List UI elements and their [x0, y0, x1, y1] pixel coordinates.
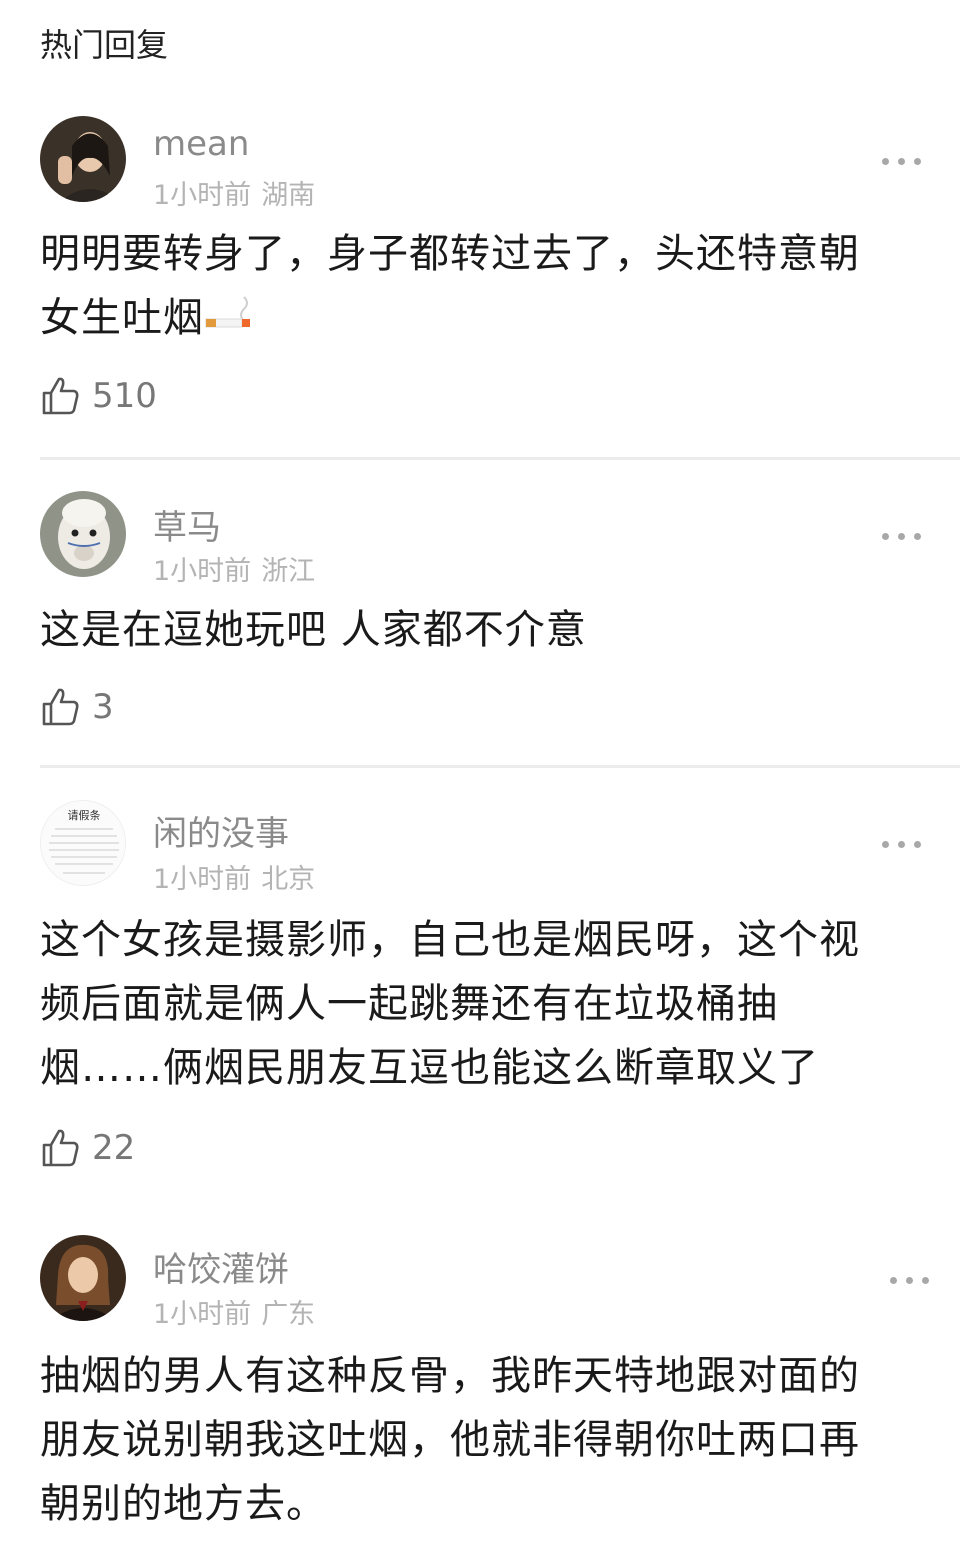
divider: [40, 765, 960, 768]
comment-text: 明明要转身了，身子都转过去了，头还特意朝 女生吐烟: [40, 222, 920, 352]
comment-line: 抽烟的男人有这种反骨，我昨天特地跟对面的: [40, 1353, 860, 1399]
avatar-photo: [40, 491, 126, 577]
comment-line: 朝别的地方去。: [40, 1481, 327, 1527]
like-button[interactable]: 22: [40, 1125, 135, 1171]
comment-line-with-emoji: 女生吐烟: [40, 286, 920, 352]
avatar[interactable]: [40, 1235, 126, 1321]
section-title: 热门回复: [40, 26, 169, 64]
timestamp: 1小时前: [153, 180, 252, 211]
comment-text: 这个女孩是摄影师，自己也是烟民呀，这个视 频后面就是俩人一起跳舞还有在垃圾桶抽 …: [40, 908, 920, 1100]
comment-line: 明明要转身了，身子都转过去了，头还特意朝: [40, 231, 860, 277]
more-dots-icon[interactable]: [882, 530, 922, 542]
timestamp: 1小时前: [153, 1299, 252, 1330]
comment-meta: 1小时前 广东: [153, 1292, 315, 1331]
cigarette-emoji-icon: [204, 288, 256, 352]
avatar[interactable]: 请假条: [40, 800, 126, 886]
comment-meta: 1小时前 浙江: [153, 549, 315, 588]
comment-meta: 1小时前 北京: [153, 857, 315, 896]
thumbs-up-icon: [42, 688, 79, 726]
thumbs-up-icon: [42, 377, 79, 415]
timestamp: 1小时前: [153, 864, 252, 895]
comment-line: 烟……俩烟民朋友互逗也能这么断章取义了: [40, 1045, 819, 1091]
username[interactable]: 闲的没事: [153, 806, 289, 855]
more-dots-icon[interactable]: [890, 1274, 930, 1286]
thumbs-up-icon: [42, 1129, 79, 1167]
like-count: 3: [92, 687, 114, 727]
comment-line: 这是在逗她玩吧 人家都不介意: [40, 607, 587, 653]
avatar[interactable]: [40, 491, 126, 577]
comment-meta: 1小时前 湖南: [153, 173, 315, 212]
avatar-caption: 请假条: [67, 809, 101, 822]
comment-line: 这个女孩是摄影师，自己也是烟民呀，这个视: [40, 917, 860, 963]
like-count: 22: [92, 1128, 136, 1168]
avatar-photo: [40, 116, 126, 202]
avatar[interactable]: [40, 116, 126, 202]
comment-line: 频后面就是俩人一起跳舞还有在垃圾桶抽: [40, 981, 778, 1027]
timestamp: 1小时前: [153, 556, 252, 587]
location: 北京: [261, 864, 316, 895]
more-dots-icon[interactable]: [882, 838, 922, 850]
comment-line-text: 女生吐烟: [40, 295, 204, 341]
like-count: 510: [92, 376, 157, 416]
username[interactable]: mean: [153, 124, 249, 164]
divider: [40, 457, 960, 460]
comment-text: 这是在逗她玩吧 人家都不介意: [40, 598, 920, 662]
location: 浙江: [261, 556, 316, 587]
comment-text: 抽烟的男人有这种反骨，我昨天特地跟对面的 朋友说别朝我这吐烟，他就非得朝你吐两口…: [40, 1344, 920, 1536]
avatar-photo: [40, 1235, 126, 1321]
comment-line: 朋友说别朝我这吐烟，他就非得朝你吐两口再: [40, 1417, 860, 1463]
like-button[interactable]: 510: [40, 373, 157, 419]
like-button[interactable]: 3: [40, 684, 114, 730]
location: 湖南: [261, 180, 316, 211]
more-dots-icon[interactable]: [882, 155, 922, 167]
username[interactable]: 草马: [153, 500, 221, 549]
username[interactable]: 哈饺灌饼: [153, 1242, 289, 1291]
location: 广东: [261, 1299, 316, 1330]
